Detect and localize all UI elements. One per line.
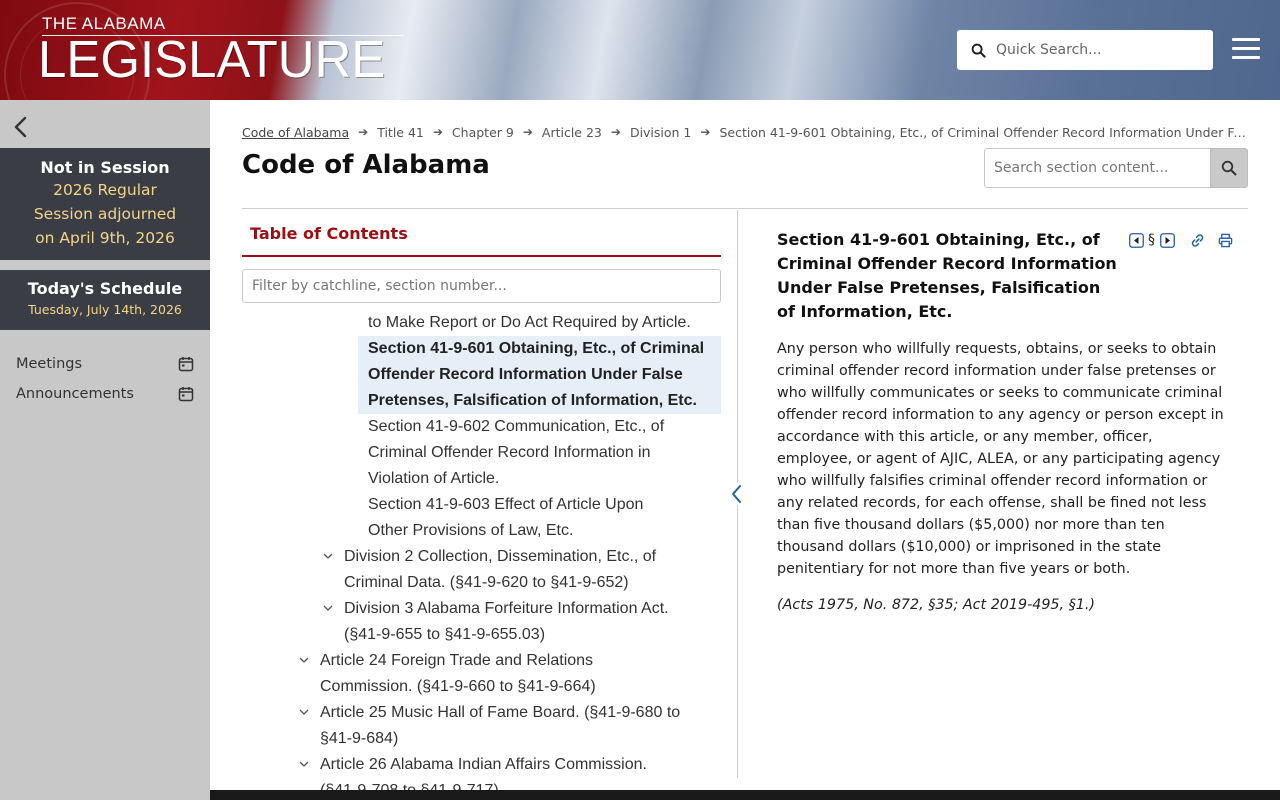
toc-filter-input[interactable]	[242, 269, 721, 303]
toc-item-division[interactable]: Division 3 Alabama Forfeiture Informatio…	[344, 596, 669, 648]
caret-right-square-icon	[1159, 232, 1175, 248]
print-button[interactable]	[1217, 232, 1233, 248]
site-header: THE ALABAMA LEGISLATURE	[0, 0, 1280, 100]
breadcrumb-item[interactable]: Title 41	[377, 125, 424, 140]
chevron-down-icon[interactable]	[298, 758, 310, 770]
caret-left-square-icon	[1128, 232, 1144, 248]
chevron-left-icon	[728, 483, 746, 505]
breadcrumb: Code of Alabama ➔ Title 41 ➔ Chapter 9 ➔…	[242, 122, 1252, 142]
sidebar-item-meetings[interactable]: Meetings	[16, 352, 194, 376]
link-icon	[1191, 233, 1203, 247]
breadcrumb-current: Section 41-9-601 Obtaining, Etc., of Cri…	[719, 124, 1252, 140]
quick-search-box[interactable]	[957, 30, 1213, 70]
chevron-down-icon[interactable]	[298, 654, 310, 666]
chevron-left-icon	[14, 116, 27, 138]
toc-item[interactable]: Section 41-9-602 Communication, Etc., of…	[368, 414, 664, 492]
section-search	[984, 148, 1248, 188]
toc-item-division[interactable]: Division 2 Collection, Dissemination, Et…	[344, 544, 656, 596]
bottom-bar	[210, 790, 1280, 800]
chevron-down-icon[interactable]	[322, 550, 334, 562]
toc-title: Table of Contents	[250, 224, 408, 243]
toc-item[interactable]: Section 41-9-603 Effect of Article Upon …	[368, 492, 643, 544]
next-section-button[interactable]	[1159, 232, 1175, 248]
copy-link-button[interactable]	[1189, 232, 1205, 248]
previous-section-button[interactable]	[1128, 232, 1144, 248]
calendar-icon	[178, 357, 194, 372]
sidebar-item-announcements[interactable]: Announcements	[16, 382, 194, 406]
chevron-down-icon[interactable]	[298, 706, 310, 718]
logo-title[interactable]: LEGISLATURE	[38, 30, 385, 90]
printer-icon	[1218, 233, 1232, 247]
toc-item[interactable]: to Make Report or Do Act Required by Art…	[368, 310, 691, 336]
session-status: Not in Session 2026 Regular Session adjo…	[0, 148, 210, 260]
sidebar: Not in Session 2026 Regular Session adjo…	[0, 100, 210, 800]
breadcrumb-item[interactable]: Chapter 9	[452, 125, 514, 140]
todays-schedule[interactable]: Today's Schedule Tuesday, July 14th, 202…	[0, 270, 210, 330]
section-toolbar: §	[1128, 232, 1233, 248]
schedule-title: Today's Schedule	[27, 279, 183, 298]
breadcrumb-item[interactable]: Article 23	[542, 125, 602, 140]
toc-item-active[interactable]: Section 41-9-601 Obtaining, Etc., of Cri…	[358, 336, 721, 414]
arrow-right-icon: ➔	[610, 125, 621, 139]
collapse-sidebar-button[interactable]	[10, 114, 34, 140]
arrow-right-icon: ➔	[522, 125, 533, 139]
page-title: Code of Alabama	[242, 150, 490, 180]
section-search-input[interactable]	[984, 148, 1210, 188]
section-search-button[interactable]	[1210, 148, 1248, 188]
quick-search-input[interactable]	[996, 42, 1196, 58]
toc-list: to Make Report or Do Act Required by Art…	[242, 310, 721, 790]
breadcrumb-item[interactable]: Division 1	[630, 125, 691, 140]
divider	[242, 208, 1248, 209]
calendar-icon	[178, 387, 194, 402]
toc-item-article[interactable]: Article 24 Foreign Trade and Relations C…	[320, 648, 596, 700]
section-symbol[interactable]: §	[1148, 232, 1155, 248]
toc-item-article[interactable]: Article 26 Alabama Indian Affairs Commis…	[320, 752, 647, 790]
section-history-note: (Acts 1975, No. 872, §35; Act 2019-495, …	[777, 597, 1095, 613]
search-icon	[971, 43, 986, 58]
section-body-text: Any person who willfully requests, obtai…	[777, 341, 1224, 577]
collapse-toc-button[interactable]	[728, 483, 746, 505]
arrow-right-icon: ➔	[432, 125, 443, 139]
toc-item-article[interactable]: Article 25 Music Hall of Fame Board. (§4…	[320, 700, 680, 752]
toc-underline	[242, 255, 721, 257]
search-icon	[1221, 160, 1237, 176]
chevron-down-icon[interactable]	[322, 602, 334, 614]
section-heading: Section 41-9-601 Obtaining, Etc., of Cri…	[777, 230, 1117, 321]
menu-icon[interactable]	[1232, 38, 1260, 62]
session-title: Not in Session	[40, 158, 170, 177]
breadcrumb-root[interactable]: Code of Alabama	[242, 125, 349, 140]
arrow-right-icon: ➔	[358, 125, 369, 139]
schedule-date: Tuesday, July 14th, 2026	[28, 302, 182, 317]
arrow-right-icon: ➔	[700, 125, 711, 139]
